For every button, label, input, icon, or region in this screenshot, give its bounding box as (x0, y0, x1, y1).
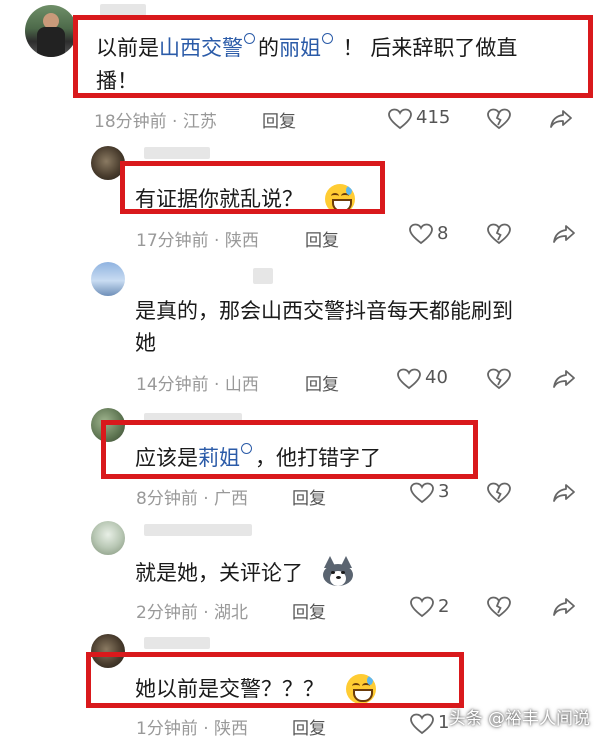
comment-text-line2: 她 (135, 331, 156, 355)
broken-heart-icon[interactable] (487, 596, 511, 618)
like-count: 2 (438, 596, 450, 617)
reply-button[interactable]: 回复 (292, 598, 326, 623)
share-arrow-icon[interactable] (552, 224, 576, 244)
reply-button[interactable]: 回复 (305, 370, 339, 395)
comment-time-location: 14分钟前 · 山西 (136, 375, 259, 395)
reply-button[interactable]: 回复 (305, 226, 339, 251)
like-count: 8 (437, 223, 449, 244)
comment-text: 就是她，关评论了 (135, 561, 303, 585)
comment-time-location: 17分钟前 · 陕西 (136, 231, 259, 251)
username-blurred (144, 524, 252, 536)
comment-time-location: 1分钟前 · 陕西 (136, 719, 249, 739)
highlight-box (120, 161, 385, 214)
broken-heart-icon[interactable] (487, 223, 511, 245)
reply-button[interactable]: 回复 (262, 107, 296, 132)
username-blurred (144, 637, 210, 649)
highlight-box (101, 420, 478, 479)
username-blurred (253, 268, 273, 284)
highlight-box (73, 15, 593, 98)
avatar[interactable] (25, 5, 77, 57)
share-arrow-icon[interactable] (552, 369, 576, 389)
broken-heart-icon[interactable] (487, 368, 511, 390)
share-arrow-icon[interactable] (552, 597, 576, 617)
like-count: 3 (438, 481, 450, 502)
comment-text: 是真的，那会山西交警抖音每天都能刷到 (135, 299, 513, 323)
username-blurred (144, 147, 210, 159)
watermark: 头条 @裕丰人间说 (448, 709, 590, 729)
avatar[interactable] (91, 521, 125, 555)
highlight-box (86, 652, 464, 708)
reply-button[interactable]: 回复 (292, 714, 326, 739)
heart-outline-icon[interactable] (410, 596, 434, 618)
like-count: 415 (416, 107, 451, 128)
heart-outline-icon[interactable] (410, 482, 434, 504)
like-count: 40 (425, 367, 448, 388)
heart-outline-icon[interactable] (388, 108, 412, 130)
broken-heart-icon[interactable] (487, 482, 511, 504)
share-arrow-icon[interactable] (552, 483, 576, 503)
comment-time-location: 18分钟前 · 江苏 (94, 112, 217, 132)
heart-outline-icon[interactable] (409, 223, 433, 245)
share-arrow-icon[interactable] (549, 109, 573, 129)
heart-outline-icon[interactable] (410, 713, 434, 735)
avatar-figure-body (37, 27, 65, 57)
reply-button[interactable]: 回复 (292, 484, 326, 509)
heart-outline-icon[interactable] (397, 368, 421, 390)
avatar[interactable] (91, 262, 125, 296)
comment-time-location: 8分钟前 · 广西 (136, 489, 249, 509)
husky-dog-emoji (322, 556, 354, 586)
comment-time-location: 2分钟前 · 湖北 (136, 603, 249, 623)
broken-heart-icon[interactable] (487, 108, 511, 130)
